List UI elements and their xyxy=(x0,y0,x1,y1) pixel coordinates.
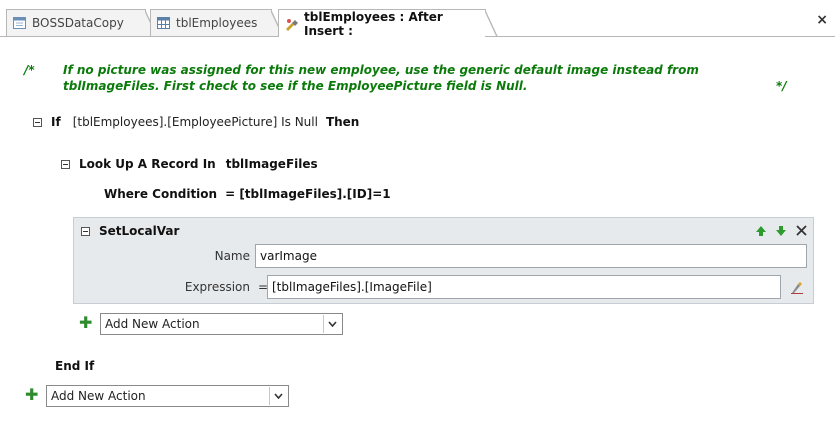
name-field[interactable]: varImage xyxy=(255,244,807,268)
add-action-plus-icon[interactable]: ✚ xyxy=(25,387,38,403)
if-block-header[interactable]: If [tblEmployees].[EmployeePicture] Is N… xyxy=(33,115,359,129)
tab-label: tblEmployees xyxy=(176,16,258,30)
tab-label: BOSSDataCopy xyxy=(32,16,124,30)
chevron-down-icon[interactable] xyxy=(269,387,287,405)
move-down-icon[interactable] xyxy=(775,225,787,237)
expression-equals: = xyxy=(258,280,269,294)
setlocalvar-title: SetLocalVar xyxy=(99,224,180,238)
where-condition-row[interactable]: Where Condition = [tblImageFiles].[ID]=1 xyxy=(104,187,391,201)
where-label: Where Condition xyxy=(104,187,218,201)
comment-text: If no picture was assigned for this new … xyxy=(63,63,699,93)
where-value[interactable]: = [tblImageFiles].[ID]=1 xyxy=(225,187,391,201)
table-icon xyxy=(157,17,170,29)
collapse-setlocalvar-icon[interactable] xyxy=(81,226,90,236)
chevron-down-icon[interactable] xyxy=(323,315,341,333)
tab-tblemployees[interactable]: tblEmployees xyxy=(150,9,284,37)
move-up-icon[interactable] xyxy=(755,225,767,237)
comment-close-mark: */ xyxy=(776,79,787,93)
add-new-action-value: Add New Action xyxy=(105,317,200,331)
add-new-action-select-outer[interactable]: Add New Action xyxy=(46,385,289,407)
then-keyword: Then xyxy=(325,115,360,129)
collapse-lookup-icon[interactable] xyxy=(61,159,70,169)
delete-action-icon[interactable] xyxy=(795,224,808,237)
end-if-label: End If xyxy=(55,359,95,373)
if-keyword: If xyxy=(51,115,61,129)
add-new-action-value: Add New Action xyxy=(51,389,146,403)
expression-label: Expression xyxy=(184,280,250,294)
lookup-block-header[interactable]: Look Up A Record In tblImageFiles xyxy=(61,157,318,171)
setlocalvar-header[interactable]: SetLocalVar xyxy=(81,224,179,238)
document-tab-bar: BOSSDataCopy tblEmployees tblEmployees :… xyxy=(0,0,835,38)
close-icon[interactable]: × xyxy=(816,12,828,28)
lookup-label: Look Up A Record In xyxy=(79,157,216,171)
if-condition[interactable]: [tblEmployees].[EmployeePicture] Is Null xyxy=(73,115,318,129)
expression-builder-icon[interactable] xyxy=(790,281,804,294)
setlocalvar-action-block[interactable]: SetLocalVar Name varImage Expression = [… xyxy=(73,217,814,304)
collapse-if-icon[interactable] xyxy=(33,117,42,127)
tab-bossdatacopy[interactable]: BOSSDataCopy xyxy=(6,9,158,37)
tab-after-insert-macro[interactable]: tblEmployees : After Insert : xyxy=(278,9,498,38)
add-new-action-select[interactable]: Add New Action xyxy=(100,313,343,335)
comment-open-mark: /* xyxy=(24,63,35,77)
table-form-icon xyxy=(13,17,26,29)
macro-icon xyxy=(285,18,298,31)
add-action-plus-icon[interactable]: ✚ xyxy=(79,315,92,331)
lookup-table[interactable]: tblImageFiles xyxy=(226,157,318,171)
expression-field[interactable]: [tblImageFiles].[ImageFile] xyxy=(267,275,781,299)
tab-label: tblEmployees : After Insert : xyxy=(304,9,443,38)
name-label: Name xyxy=(214,249,250,263)
